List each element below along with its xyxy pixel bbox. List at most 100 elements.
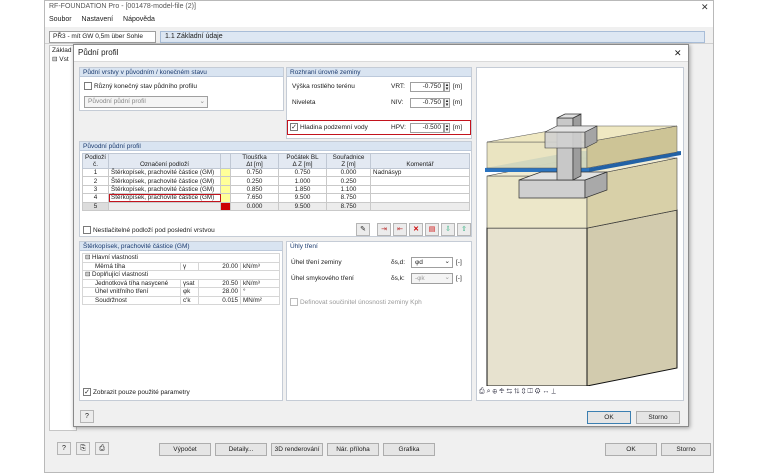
infinite-checkbox[interactable] [83,226,91,234]
show-used-checkbox[interactable] [83,388,91,396]
prop-sym: φk [180,287,199,297]
profile-3d-view[interactable]: ⎙ ⌕ ⊕ ✥ ⇆ ⇅ ⇳ ◫ ⚙ ↔ ⟂ [476,67,684,401]
help-icon[interactable]: ? [57,442,71,455]
dialog-help-icon[interactable]: ? [80,410,94,423]
menu-help[interactable]: Nápověda [123,16,155,23]
delete-row-icon[interactable]: ✕ [409,223,423,236]
dimension-icon[interactable]: ↔ [542,388,549,395]
pan-icon[interactable]: ✥ [499,388,505,395]
level-input[interactable]: -0.750 [410,98,444,108]
main-ok-button[interactable]: OK [605,443,657,456]
soil-angle-unit: [-] [456,259,462,266]
row-comment[interactable] [370,184,470,195]
shear-angle-select[interactable]: -φk ⌄ [411,273,453,284]
profile-select[interactable]: Původní půdní profil ⌄ [84,96,208,108]
unit-weight-value[interactable]: 20.00 [198,261,241,271]
axes-icon[interactable]: ⟂ [551,388,556,395]
export-icon[interactable]: ⎘ [76,442,90,455]
row-coord: 1.100 [326,184,372,195]
kph-checkbox[interactable] [290,298,298,306]
export-table-icon[interactable]: ⇧ [457,223,471,236]
table-row[interactable]: 3 Štěrkopísek, prachovité částice (GM) 0… [81,184,470,195]
prop-value[interactable]: 0.015 [198,295,241,305]
col-coord: Souřadnice Z [m] [326,153,372,169]
row-comment[interactable]: Nadnásyp [370,167,470,178]
print-view-icon[interactable]: ⎙ [479,388,485,395]
table-edit-icon[interactable]: ✎ [356,223,370,236]
row-name[interactable]: Štěrkopísek, prachovité částice (GM) [108,184,222,195]
table-row[interactable]: 1 Štěrkopísek, prachovité částice (GM) 0… [81,167,470,178]
main-props-header[interactable]: ⊟ Hlavní vlastnosti [82,253,280,263]
main-cancel-button[interactable]: Storno [661,443,711,456]
table-row[interactable]: 2 Štěrkopísek, prachovité částice (GM) 0… [81,176,470,186]
details-button[interactable]: Detaily... [215,443,267,456]
menu-settings[interactable]: Nastavení [82,16,114,23]
row-color-swatch[interactable] [220,201,232,211]
zoom-icon[interactable]: ⌕ [487,388,491,395]
props-row[interactable]: Úhel vnitřního tření φk 28.00 ° [82,287,280,297]
cancel-button[interactable]: Storno [636,411,680,424]
graphics-button[interactable]: Grafika [383,443,435,456]
prop-value[interactable]: 28.00 [198,287,241,297]
infinite-row[interactable]: Nestlačitelné podloží pod poslední vrstv… [83,226,215,234]
row-thick[interactable]: 0.750 [230,167,280,178]
row-color-swatch[interactable] [220,167,232,178]
print-icon[interactable]: ⎙ [95,442,109,455]
diff-final-checkbox[interactable] [84,82,92,90]
terrain-height-spinner[interactable]: ▴ ▾ [444,82,450,92]
row-thick[interactable]: 7.650 [230,193,280,203]
insert-row-icon[interactable]: ⇥ [377,223,391,236]
annex-button[interactable]: Nár. příloha [327,443,379,456]
profile-group: Původní půdní profil Podloží č. Označení … [79,141,472,237]
row-comment[interactable] [370,176,470,186]
layers-group-title: Půdní vrstvy v původním / konečném stavu [80,68,283,77]
case-select-value: PŘ3 - mít GW 0,5m über Sohle [53,33,143,40]
diff-final-row[interactable]: Různý konečný stav půdního profilu [84,82,197,90]
view-z-icon[interactable]: ⇳ [522,388,526,395]
calc-button[interactable]: Výpočet [159,443,211,456]
props-row[interactable]: Jednotková tíha nasycené γsat 20.50 kN/m… [82,278,280,288]
ok-button[interactable]: OK [587,411,631,424]
show-used-row[interactable]: Zobrazit pouze použité parametry [83,388,190,396]
row-thick[interactable]: 0.250 [230,176,280,186]
kph-row[interactable]: Definovat součinitel únosnosti zeminy Kp… [290,298,422,306]
row-thick: 0.000 [230,201,280,211]
extra-props-header[interactable]: ⊟ Doplňující vlastnosti [82,270,280,280]
row-name[interactable]: Štěrkopísek, prachovité částice (GM) [108,167,222,178]
view-x-icon[interactable]: ⇆ [506,388,512,395]
delete-all-icon[interactable]: ▤ [425,223,439,236]
render3d-button[interactable]: 3D renderování [271,443,323,456]
table-row[interactable]: 5 0.000 9.500 8.750 [81,201,470,211]
table-row[interactable]: 4 Štěrkopísek, prachovité částice (GM) 7… [81,193,470,203]
gw-checkbox[interactable] [290,123,298,131]
gw-row[interactable]: Hladina podzemní vody [290,123,368,131]
row-start: 1.000 [278,176,328,186]
import-icon[interactable]: ⇩ [441,223,455,236]
row-color-swatch[interactable] [220,184,232,195]
prop-value[interactable]: 20.50 [198,278,241,288]
terrain-height-input[interactable]: -0.750 [410,82,444,92]
iso-view-icon[interactable]: ◫ [528,388,533,395]
close-icon[interactable]: ✕ [701,2,709,13]
gw-spinner[interactable]: ▴ ▾ [444,123,450,133]
props-row[interactable]: Soudržnost c'k 0.015 MN/m² [82,295,280,305]
row-name[interactable]: Štěrkopísek, prachovité částice (GM) [108,176,222,186]
case-select[interactable]: PŘ3 - mít GW 0,5m über Sohle [49,31,156,43]
gw-input[interactable]: -0.500 [410,123,444,133]
soil-angle-select[interactable]: φd ⌄ [411,257,453,268]
menu-file[interactable]: Soubor [49,16,72,23]
settings-view-icon[interactable]: ⚙ [535,388,541,395]
add-row-icon[interactable]: ⇤ [393,223,407,236]
row-color-swatch[interactable] [220,176,232,186]
prop-label: Soudržnost [82,295,181,305]
row-color-swatch[interactable] [220,193,232,203]
chevron-down-icon: ⌄ [444,258,450,265]
row-comment[interactable] [370,193,470,203]
zoom-all-icon[interactable]: ⊕ [492,388,497,395]
dialog-close-icon[interactable]: ✕ [674,48,682,59]
row-name-selected[interactable]: Štěrkopísek, prachovité částice (GM) [108,193,222,203]
level-spinner[interactable]: ▴ ▾ [444,98,450,108]
props-row[interactable]: Měrná tíha γ 20.00 kN/m³ [82,261,280,271]
row-thick[interactable]: 0.850 [230,184,280,195]
view-y-icon[interactable]: ⇅ [514,388,520,395]
